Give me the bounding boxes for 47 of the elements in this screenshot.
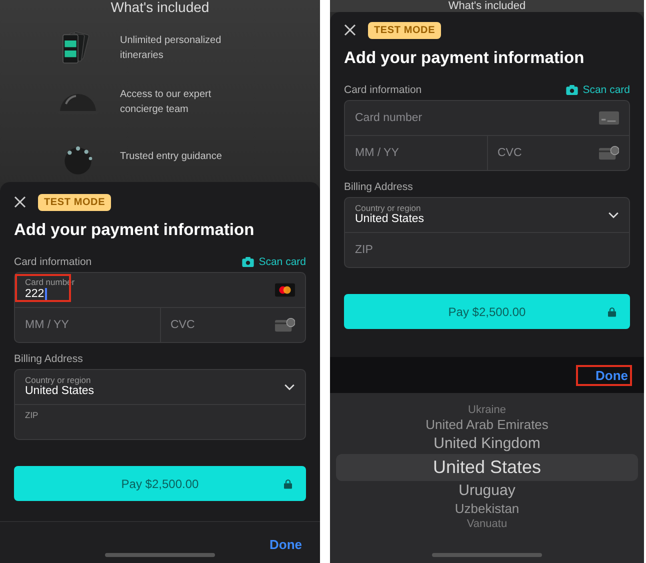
- mastercard-icon: [275, 283, 295, 297]
- close-button[interactable]: [14, 196, 26, 208]
- section-label: Billing Address: [14, 353, 84, 365]
- lock-icon: [608, 306, 616, 316]
- zip-field[interactable]: ZIP: [345, 232, 629, 267]
- done-button[interactable]: Done: [270, 537, 302, 552]
- expiry-field[interactable]: MM / YY: [345, 136, 488, 170]
- chevron-down-icon: [284, 384, 295, 390]
- feature-text: Access to our expert concierge team: [120, 88, 212, 117]
- pay-button[interactable]: Pay $2,500.00: [344, 294, 630, 329]
- picker-option[interactable]: Uzbekistan: [336, 500, 638, 518]
- picker-option[interactable]: United Arab Emirates: [336, 417, 638, 434]
- feature-text: Unlimited personalized itineraries: [120, 34, 222, 63]
- test-mode-badge: TEST MODE: [38, 194, 112, 210]
- close-button[interactable]: [344, 24, 356, 36]
- test-mode-badge: TEST MODE: [368, 22, 442, 38]
- camera-icon: [242, 257, 254, 267]
- expiry-field[interactable]: MM / YY: [15, 308, 160, 342]
- picker-option[interactable]: Ukraine: [336, 403, 638, 418]
- card-number-field[interactable]: Card number: [345, 101, 629, 135]
- lock-icon: [284, 478, 292, 488]
- feature-text: Trusted entry guidance: [120, 150, 223, 164]
- done-button[interactable]: Done: [596, 368, 628, 382]
- country-select[interactable]: Country or region United States: [345, 198, 629, 232]
- picker-option[interactable]: United Kingdom: [336, 434, 638, 454]
- cvc-card-icon: [275, 318, 295, 332]
- section-label: Billing Address: [344, 181, 414, 193]
- sheet-title: Add your payment information: [14, 221, 256, 240]
- camera-icon: [566, 85, 578, 95]
- section-heading: What's included: [110, 0, 210, 14]
- picker-option[interactable]: Uruguay: [336, 481, 638, 501]
- picker-option[interactable]: Vanuatu: [336, 517, 638, 532]
- section-heading: What's included: [447, 0, 527, 12]
- section-label: Card information: [344, 84, 422, 96]
- cvc-field[interactable]: CVC: [160, 308, 305, 342]
- sheet-title: Add your payment information: [344, 49, 586, 68]
- scan-card-button[interactable]: Scan card: [242, 256, 306, 268]
- card-icon: [599, 111, 619, 125]
- chevron-down-icon: [608, 212, 619, 218]
- section-label: Card information: [14, 256, 92, 268]
- pay-button[interactable]: Pay $2,500.00: [14, 466, 306, 501]
- cvc-card-icon: [599, 146, 619, 160]
- scan-card-button[interactable]: Scan card: [566, 84, 630, 96]
- cvc-field[interactable]: CVC: [488, 136, 629, 170]
- country-select[interactable]: Country or region United States: [15, 370, 305, 404]
- zip-field[interactable]: ZIP: [15, 404, 305, 439]
- picker-option[interactable]: United States: [336, 454, 638, 482]
